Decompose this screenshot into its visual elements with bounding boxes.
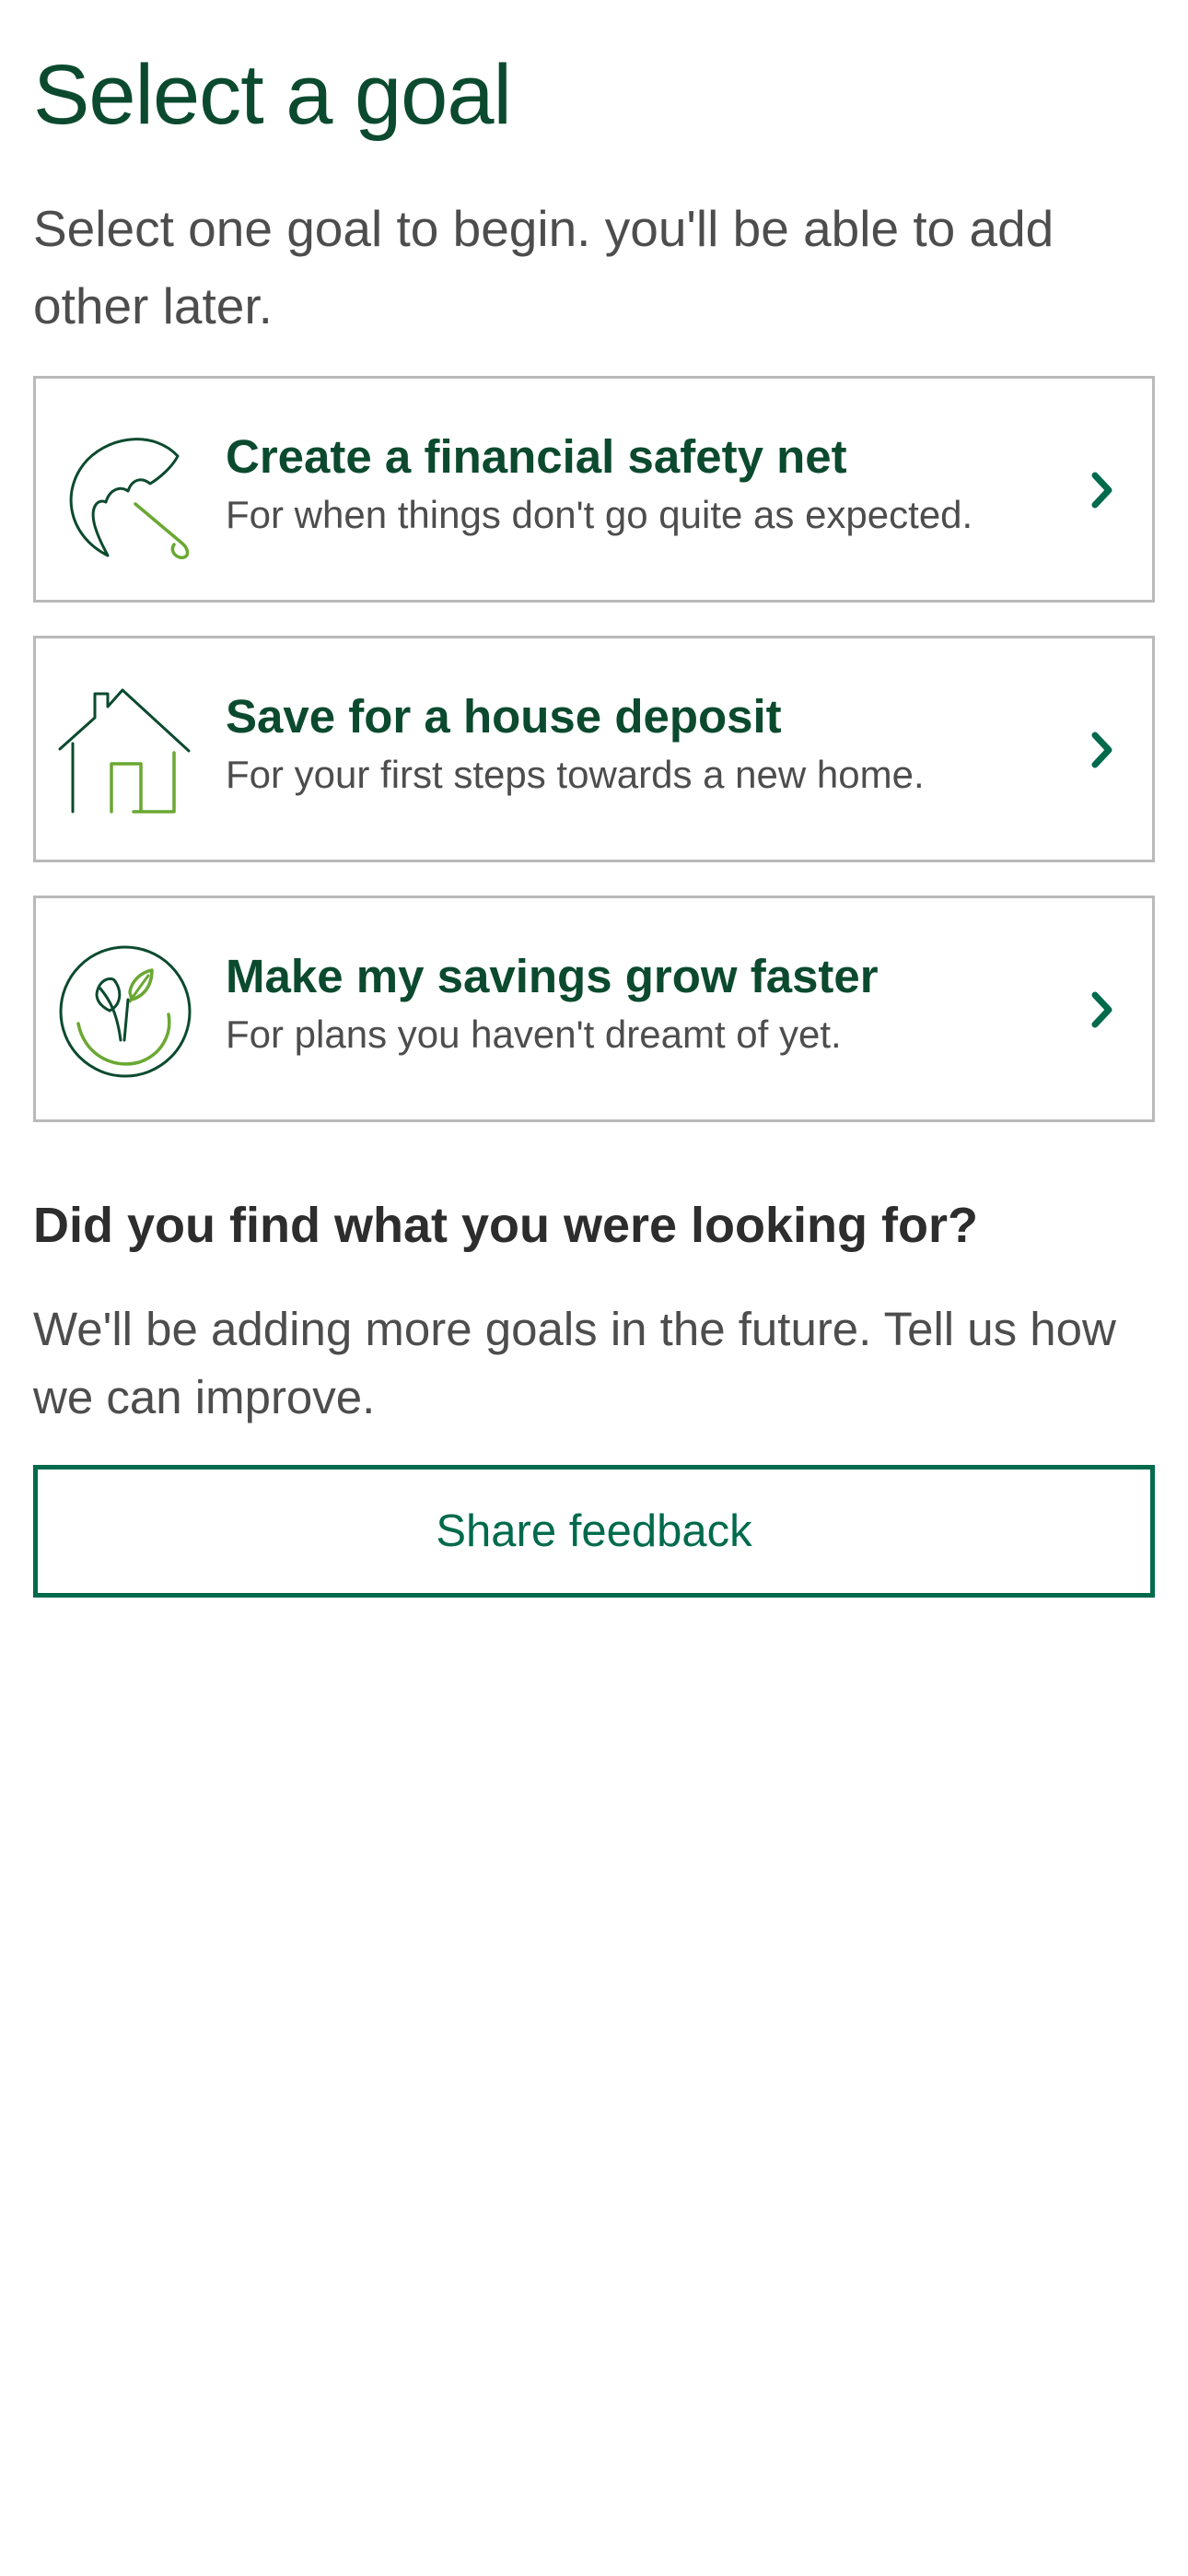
chevron-right-icon [1089,990,1115,1029]
goal-description: For your first steps towards a new home. [226,753,925,796]
goal-card-safety-net[interactable]: Create a financial safety net For when t… [33,376,1155,603]
chevron-right-icon [1089,471,1115,509]
goal-description: For plans you haven't dreamt of yet. [226,1013,842,1056]
feedback-text: We'll be adding more goals in the future… [33,1303,1116,1423]
goal-title: Save for a house deposit [226,690,782,743]
umbrella-icon [56,425,194,559]
share-feedback-button[interactable]: Share feedback [33,1465,1155,1598]
house-icon [56,685,194,819]
goal-title: Create a financial safety net [226,430,847,483]
page-title: Select a goal [33,48,512,142]
intro-text: Select one goal to begin. you'll be able… [33,200,1054,334]
growing-plant-icon [56,944,194,1079]
feedback-heading: Did you find what you were looking for? [33,1198,978,1253]
goal-card-savings-growth[interactable]: Make my savings grow faster For plans yo… [33,896,1155,1122]
goal-title: Make my savings grow faster [226,950,879,1002]
goal-description: For when things don't go quite as expect… [226,493,973,536]
chevron-right-icon [1089,731,1115,769]
goal-card-house-deposit[interactable]: Save for a house deposit For your first … [33,636,1155,862]
